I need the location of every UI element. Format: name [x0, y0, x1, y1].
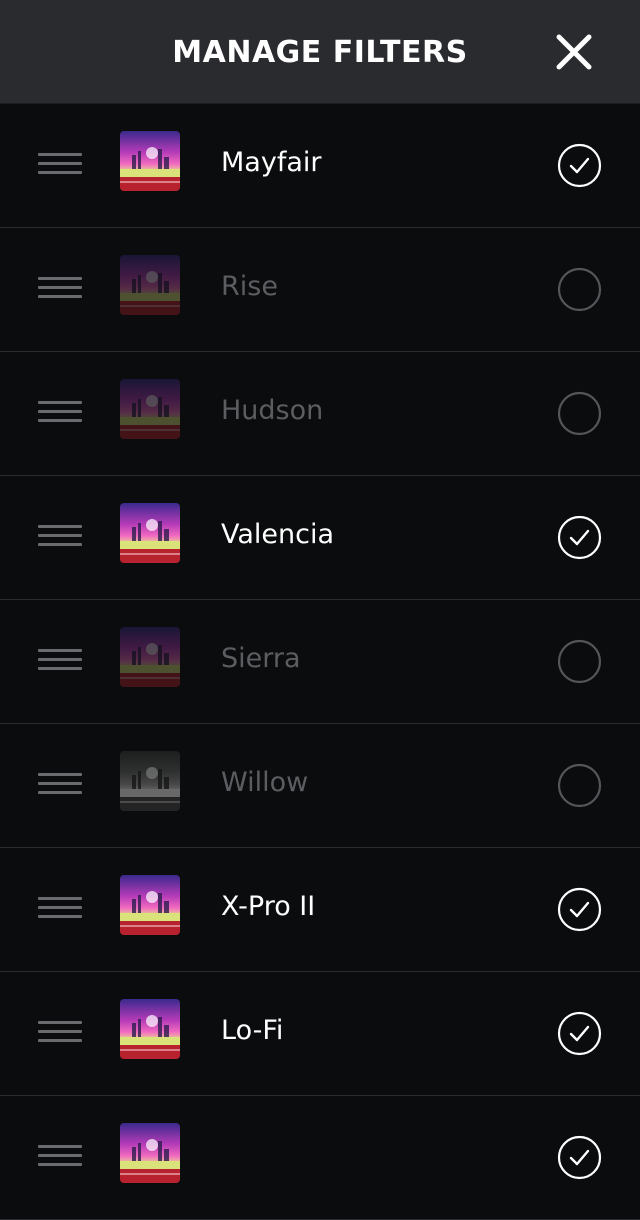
check-circle-icon	[557, 515, 602, 560]
drag-handle-icon[interactable]	[38, 1143, 82, 1171]
filter-thumbnail	[120, 255, 180, 315]
filter-toggle[interactable]	[557, 763, 602, 808]
filter-row: Mayfair	[0, 104, 640, 228]
filter-thumbnail	[120, 999, 180, 1059]
filter-name: X-Pro II	[221, 891, 316, 922]
filter-toggle[interactable]	[557, 143, 602, 188]
filter-toggle[interactable]	[557, 887, 602, 932]
filter-name: Rise	[221, 271, 278, 302]
check-circle-icon	[557, 1011, 602, 1056]
close-button[interactable]	[548, 26, 600, 78]
filter-toggle[interactable]	[557, 1135, 602, 1180]
filter-toggle[interactable]	[557, 391, 602, 436]
filter-list: Mayfair Rise Hudson Valencia Sierra Will…	[0, 104, 640, 1220]
drag-handle-icon[interactable]	[38, 151, 82, 179]
empty-circle-icon	[557, 639, 602, 684]
filter-row: Valencia	[0, 476, 640, 600]
filter-thumbnail	[120, 379, 180, 439]
filter-thumbnail	[120, 503, 180, 563]
drag-handle-icon[interactable]	[38, 1019, 82, 1047]
filter-toggle[interactable]	[557, 1011, 602, 1056]
filter-row: Hudson	[0, 352, 640, 476]
filter-name: Hudson	[221, 395, 324, 426]
drag-handle-icon[interactable]	[38, 647, 82, 675]
empty-circle-icon	[557, 391, 602, 436]
drag-handle-icon[interactable]	[38, 523, 82, 551]
filter-toggle[interactable]	[557, 639, 602, 684]
page-title: MANAGE FILTERS	[172, 35, 468, 70]
filter-thumbnail	[120, 875, 180, 935]
header-bar: MANAGE FILTERS	[0, 0, 640, 104]
filter-thumbnail	[120, 1123, 180, 1183]
filter-name: Valencia	[221, 519, 335, 550]
drag-handle-icon[interactable]	[38, 771, 82, 799]
close-icon	[556, 34, 592, 70]
drag-handle-icon[interactable]	[38, 399, 82, 427]
check-circle-icon	[557, 887, 602, 932]
check-circle-icon	[557, 143, 602, 188]
filter-name: Lo-Fi	[221, 1015, 284, 1046]
drag-handle-icon[interactable]	[38, 275, 82, 303]
drag-handle-icon[interactable]	[38, 895, 82, 923]
filter-row: Rise	[0, 228, 640, 352]
filter-row: Willow	[0, 724, 640, 848]
empty-circle-icon	[557, 267, 602, 312]
filter-thumbnail	[120, 131, 180, 191]
filter-name: Mayfair	[221, 147, 322, 178]
filter-name: Sierra	[221, 643, 301, 674]
filter-thumbnail	[120, 751, 180, 811]
filter-thumbnail	[120, 627, 180, 687]
filter-row	[0, 1096, 640, 1220]
filter-row: X-Pro II	[0, 848, 640, 972]
check-circle-icon	[557, 1135, 602, 1180]
filter-toggle[interactable]	[557, 515, 602, 560]
filter-row: Lo-Fi	[0, 972, 640, 1096]
filter-toggle[interactable]	[557, 267, 602, 312]
filter-row: Sierra	[0, 600, 640, 724]
empty-circle-icon	[557, 763, 602, 808]
filter-name: Willow	[221, 767, 309, 798]
